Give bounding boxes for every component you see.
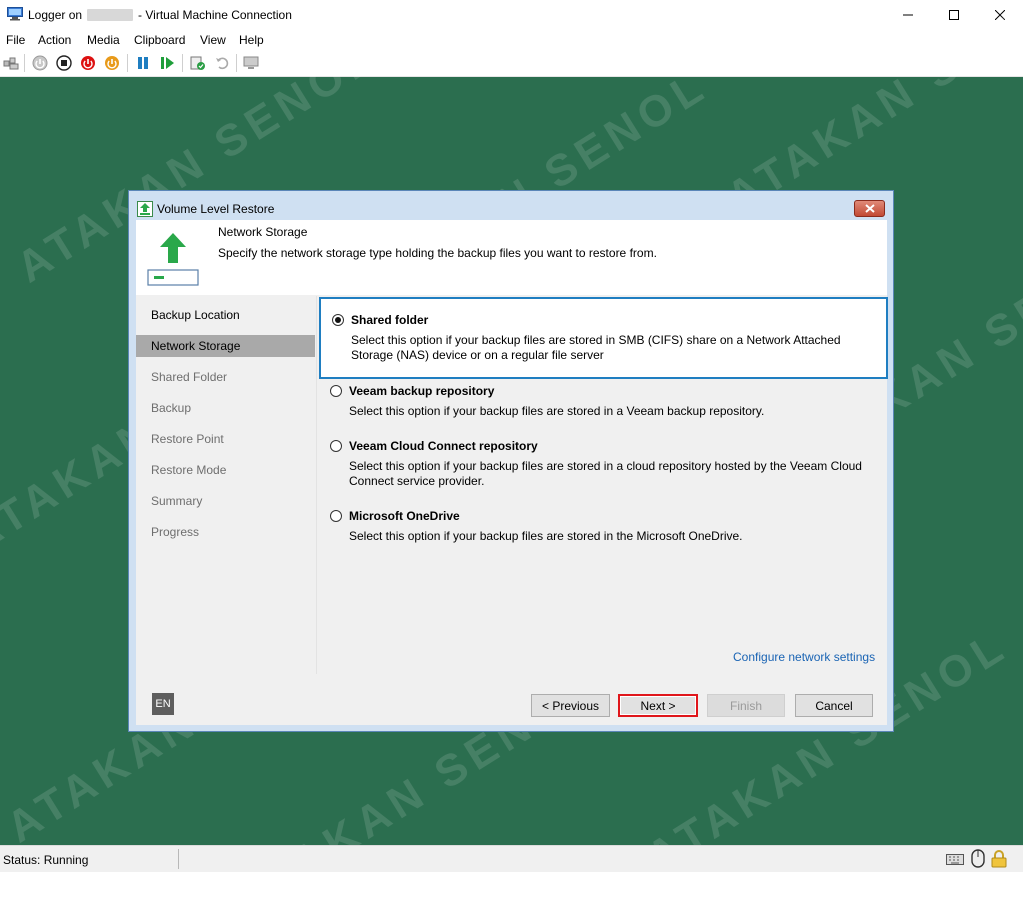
radio-veeam-backup-repository[interactable] — [330, 385, 342, 397]
minimize-icon — [903, 14, 913, 16]
menu-action[interactable]: Action — [38, 33, 71, 47]
wizard-header: Network Storage Specify the network stor… — [136, 220, 887, 295]
checkpoint-icon[interactable] — [190, 55, 206, 71]
option-label: Veeam Cloud Connect repository — [349, 439, 538, 453]
minimize-button[interactable] — [885, 0, 931, 30]
mouse-icon — [971, 849, 985, 868]
menu-media[interactable]: Media — [87, 33, 120, 47]
maximize-button[interactable] — [931, 0, 977, 30]
next-button[interactable]: Next > — [618, 694, 698, 717]
option-description: Select this option if your backup files … — [349, 459, 862, 488]
toolbar-separator — [182, 54, 183, 72]
step-backup: Backup — [151, 401, 192, 415]
option-veeam-backup-repository[interactable]: Veeam backup repository Select this opti… — [317, 382, 888, 426]
toolbar — [0, 50, 1023, 77]
status-separator — [178, 849, 179, 869]
menu-help[interactable]: Help — [239, 33, 264, 47]
option-description: Select this option if your backup files … — [349, 529, 743, 543]
toolbar-separator — [127, 54, 128, 72]
keyboard-icon — [946, 854, 964, 865]
resume-icon[interactable] — [159, 55, 175, 71]
dialog-close-button[interactable] — [854, 200, 885, 217]
window-title-suffix: - Virtual Machine Connection — [138, 8, 292, 22]
revert-icon[interactable] — [214, 55, 230, 71]
restore-app-icon — [137, 201, 153, 217]
step-shared-folder: Shared Folder — [151, 370, 228, 384]
step-backup-location[interactable]: Backup Location — [136, 304, 315, 326]
enhanced-session-icon[interactable] — [243, 55, 259, 71]
step-network-storage[interactable]: Network Storage — [136, 335, 315, 357]
previous-button[interactable]: < Previous — [531, 694, 610, 717]
upload-arrow-icon — [147, 233, 199, 286]
dialog-title: Volume Level Restore — [157, 202, 275, 216]
pause-icon[interactable] — [135, 55, 151, 71]
menu-file[interactable]: File — [6, 33, 25, 47]
turn-off-icon[interactable] — [56, 55, 72, 71]
language-indicator[interactable]: EN — [152, 693, 174, 715]
wizard-steps: Backup Location Network Storage Shared F… — [136, 296, 316, 674]
option-label: Veeam backup repository — [349, 384, 495, 398]
ctrl-alt-del-icon[interactable] — [3, 55, 19, 71]
volume-level-restore-dialog: Volume Level Restore Network Storage Spe… — [128, 190, 894, 732]
option-microsoft-onedrive[interactable]: Microsoft OneDrive Select this option if… — [317, 507, 888, 551]
wizard-content: Shared folder Select this option if your… — [316, 296, 888, 674]
lock-icon — [991, 850, 1007, 868]
menu-clipboard[interactable]: Clipboard — [134, 33, 185, 47]
option-label: Microsoft OneDrive — [349, 509, 460, 523]
step-summary: Summary — [151, 494, 203, 508]
wizard-footer: EN < Previous Next > Finish Cancel — [136, 674, 887, 725]
toolbar-separator — [236, 54, 237, 72]
maximize-icon — [949, 10, 959, 20]
option-label: Shared folder — [351, 313, 429, 327]
step-title: Network Storage — [218, 225, 308, 239]
close-button[interactable] — [977, 0, 1023, 30]
shut-down-icon[interactable] — [80, 55, 96, 71]
option-description: Select this option if your backup files … — [349, 404, 765, 418]
start-icon[interactable] — [32, 55, 48, 71]
option-description: Select this option if your backup files … — [351, 333, 841, 362]
step-restore-point: Restore Point — [151, 432, 224, 446]
menu-bar: File Action Media Clipboard View Help — [0, 30, 1023, 50]
save-icon[interactable] — [104, 55, 120, 71]
option-shared-folder[interactable]: Shared folder Select this option if your… — [319, 297, 888, 379]
finish-button: Finish — [707, 694, 785, 717]
close-icon — [864, 204, 875, 213]
window-titlebar: Logger on - Virtual Machine Connection — [0, 0, 1023, 30]
option-veeam-cloud-connect-repository[interactable]: Veeam Cloud Connect repository Select th… — [317, 437, 888, 497]
toolbar-separator — [24, 54, 25, 72]
step-description: Specify the network storage type holding… — [218, 246, 657, 260]
vm-connection-icon — [7, 7, 23, 21]
radio-veeam-cloud-connect[interactable] — [330, 440, 342, 452]
cancel-button[interactable]: Cancel — [795, 694, 873, 717]
window-title-prefix: Logger on — [28, 8, 83, 22]
radio-microsoft-onedrive[interactable] — [330, 510, 342, 522]
vm-status: Status: Running — [3, 853, 89, 867]
window-title: Logger on - Virtual Machine Connection — [28, 8, 292, 22]
status-bar: Status: Running — [0, 845, 1023, 872]
configure-network-settings-link[interactable]: Configure network settings — [733, 650, 875, 664]
step-restore-mode: Restore Mode — [151, 463, 227, 477]
menu-view[interactable]: View — [200, 33, 226, 47]
step-progress: Progress — [151, 525, 200, 539]
close-icon — [995, 10, 1005, 20]
radio-shared-folder[interactable] — [332, 314, 344, 326]
redacted-hostname — [87, 9, 134, 21]
dialog-body: Network Storage Specify the network stor… — [136, 220, 888, 725]
